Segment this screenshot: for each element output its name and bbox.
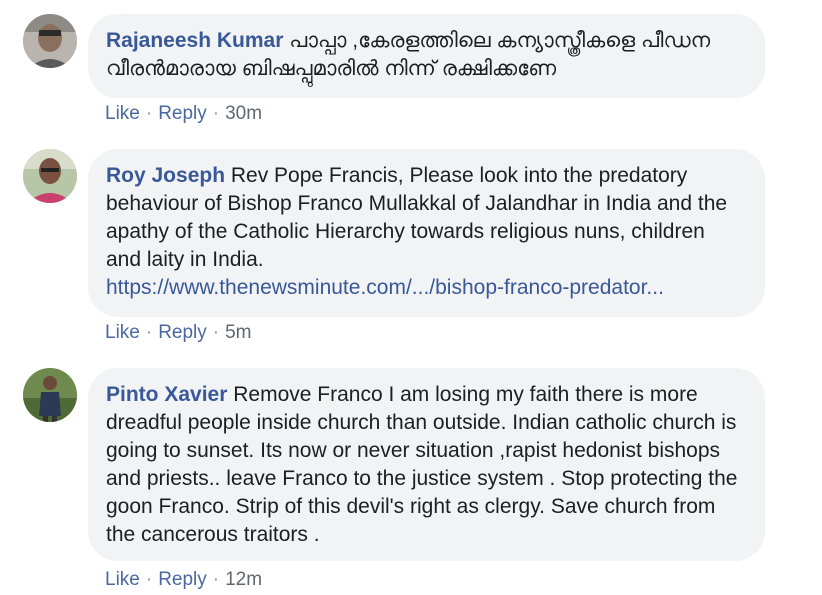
avatar[interactable] [23, 14, 77, 68]
separator: · [212, 322, 220, 343]
avatar[interactable] [23, 368, 77, 422]
separator: · [212, 103, 220, 124]
separator: · [145, 322, 153, 343]
avatar-photo-icon [23, 368, 77, 422]
comment-time[interactable]: 12m [225, 569, 262, 590]
comment-author[interactable]: Roy Joseph [106, 164, 225, 187]
like-button[interactable]: Like [105, 322, 140, 343]
comment-text: Remove Franco I am losing my faith there… [106, 383, 738, 546]
reply-button[interactable]: Reply [158, 322, 207, 343]
separator: · [212, 569, 220, 590]
avatar-photo-icon [23, 14, 77, 68]
avatar-photo-icon [23, 149, 77, 203]
comment-bubble: Roy Joseph Rev Pope Francis, Please look… [88, 149, 765, 317]
comment-author[interactable]: Pinto Xavier [106, 383, 227, 406]
separator: · [145, 569, 153, 590]
comment-time[interactable]: 30m [225, 103, 262, 124]
avatar[interactable] [23, 149, 77, 203]
reply-button[interactable]: Reply [158, 103, 207, 124]
comment-actions: Like · Reply · 5m [105, 322, 252, 344]
comment-link[interactable]: https://www.thenewsminute.com/.../bishop… [106, 276, 664, 299]
separator: · [145, 103, 153, 124]
reply-button[interactable]: Reply [158, 569, 207, 590]
comment-bubble: Pinto Xavier Remove Franco I am losing m… [88, 368, 765, 561]
comment-actions: Like · Reply · 30m [105, 103, 262, 125]
comment-bubble: Rajaneesh Kumar പാപ്പാ ,കേരളത്തിലെ കന്യാ… [88, 14, 765, 98]
comment-author[interactable]: Rajaneesh Kumar [106, 29, 283, 52]
like-button[interactable]: Like [105, 569, 140, 590]
comment-time[interactable]: 5m [225, 322, 251, 343]
like-button[interactable]: Like [105, 103, 140, 124]
comment-actions: Like · Reply · 12m [105, 569, 262, 591]
